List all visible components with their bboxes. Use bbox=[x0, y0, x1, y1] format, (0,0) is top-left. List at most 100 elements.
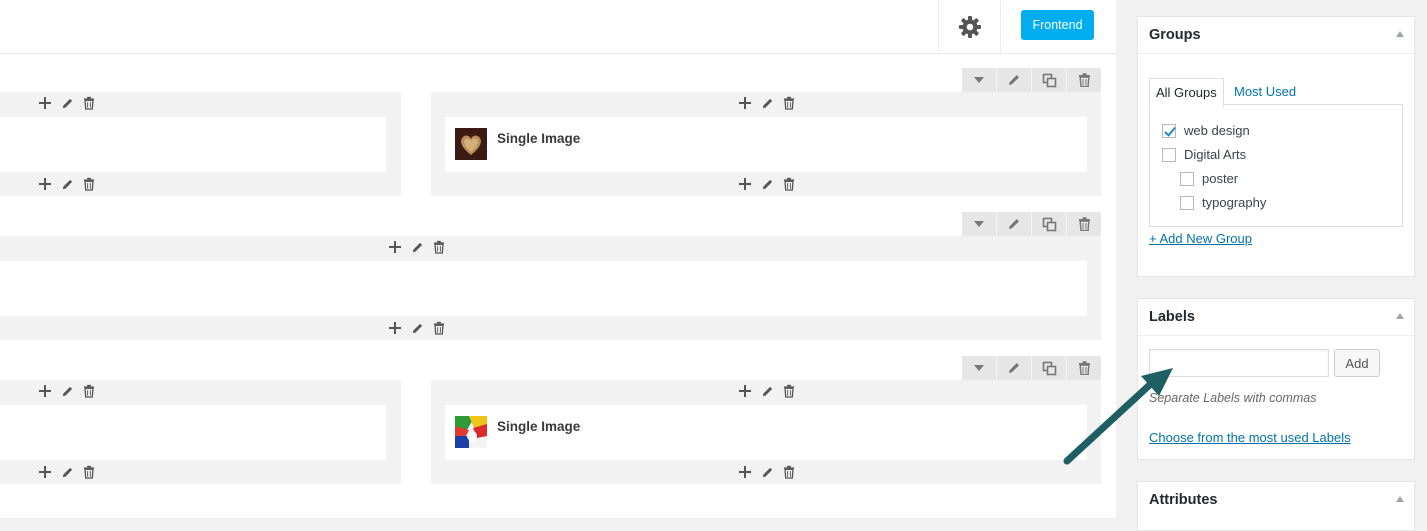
caret-down-icon bbox=[974, 77, 984, 83]
row-clone-button[interactable] bbox=[1031, 68, 1066, 92]
labels-title: Labels bbox=[1149, 309, 1195, 325]
checkbox[interactable] bbox=[1180, 195, 1194, 210]
add-element-button[interactable] bbox=[37, 176, 53, 192]
element-controls bbox=[387, 239, 447, 255]
checkbox[interactable] bbox=[1162, 147, 1176, 162]
groups-box-header[interactable]: Groups bbox=[1138, 17, 1414, 54]
copy-icon bbox=[1042, 217, 1056, 231]
trash-icon bbox=[783, 96, 795, 110]
element-controls bbox=[737, 176, 797, 192]
element-controls bbox=[737, 383, 797, 399]
empty-element-slot bbox=[0, 261, 1087, 316]
add-element-button[interactable] bbox=[37, 383, 53, 399]
group-item-web-design[interactable]: web design bbox=[1162, 123, 1250, 138]
caret-down-icon bbox=[974, 221, 984, 227]
group-item-label: poster bbox=[1202, 171, 1239, 186]
add-element-button[interactable] bbox=[387, 320, 403, 336]
delete-column-button[interactable] bbox=[81, 95, 97, 111]
edit-column-button[interactable] bbox=[409, 239, 425, 255]
trash-icon bbox=[83, 96, 95, 110]
tab-most-used[interactable]: Most Used bbox=[1228, 78, 1302, 106]
edit-column-button[interactable] bbox=[759, 464, 775, 480]
attributes-box-header[interactable]: Attributes bbox=[1138, 482, 1414, 518]
group-checklist: web design Digital Arts poster typograph… bbox=[1149, 104, 1403, 227]
tab-all-groups[interactable]: All Groups bbox=[1149, 78, 1224, 108]
plus-icon bbox=[39, 385, 51, 397]
add-element-button[interactable] bbox=[737, 176, 753, 192]
collapse-arrow-icon[interactable] bbox=[1396, 31, 1404, 37]
group-item-typography[interactable]: typography bbox=[1180, 195, 1266, 210]
add-new-group-link[interactable]: + Add New Group bbox=[1149, 231, 1252, 246]
add-element-button[interactable] bbox=[37, 95, 53, 111]
row-delete-button[interactable] bbox=[1066, 68, 1101, 92]
empty-element-slot bbox=[0, 405, 386, 460]
groups-title: Groups bbox=[1149, 27, 1201, 43]
edit-column-button[interactable] bbox=[59, 95, 75, 111]
trash-icon bbox=[783, 465, 795, 479]
attributes-box: Attributes bbox=[1137, 481, 1415, 531]
single-image-element[interactable]: Single Image bbox=[445, 405, 1087, 460]
edit-column-button[interactable] bbox=[759, 176, 775, 192]
collapse-arrow-icon[interactable] bbox=[1396, 496, 1404, 502]
row-controls bbox=[962, 68, 1101, 92]
plus-icon bbox=[739, 97, 751, 109]
add-element-button[interactable] bbox=[37, 464, 53, 480]
column-full bbox=[0, 236, 1101, 340]
edit-column-button[interactable] bbox=[759, 383, 775, 399]
delete-column-button[interactable] bbox=[781, 383, 797, 399]
add-element-button[interactable] bbox=[737, 95, 753, 111]
edit-column-button[interactable] bbox=[59, 383, 75, 399]
edit-column-button[interactable] bbox=[59, 464, 75, 480]
delete-column-button[interactable] bbox=[81, 176, 97, 192]
row-clone-button[interactable] bbox=[1031, 212, 1066, 236]
add-element-button[interactable] bbox=[737, 464, 753, 480]
pencil-icon bbox=[762, 386, 772, 396]
delete-column-button[interactable] bbox=[81, 383, 97, 399]
row-toggle-button[interactable] bbox=[962, 212, 996, 236]
frontend-button[interactable]: Frontend bbox=[1021, 10, 1094, 40]
row-edit-button[interactable] bbox=[996, 68, 1031, 92]
delete-column-button[interactable] bbox=[781, 176, 797, 192]
add-element-button[interactable] bbox=[387, 239, 403, 255]
add-label-button[interactable]: Add bbox=[1334, 349, 1380, 377]
row-toggle-button[interactable] bbox=[962, 356, 996, 380]
edit-column-button[interactable] bbox=[59, 176, 75, 192]
colorful-image-thumbnail bbox=[455, 416, 487, 448]
collapse-arrow-icon[interactable] bbox=[1396, 313, 1404, 319]
row-edit-button[interactable] bbox=[996, 212, 1031, 236]
labels-box-header[interactable]: Labels bbox=[1138, 299, 1414, 336]
edit-column-button[interactable] bbox=[409, 320, 425, 336]
caret-down-icon bbox=[974, 365, 984, 371]
delete-column-button[interactable] bbox=[781, 95, 797, 111]
trash-icon bbox=[783, 384, 795, 398]
column-left bbox=[0, 380, 401, 484]
plus-icon bbox=[39, 178, 51, 190]
edit-column-button[interactable] bbox=[759, 95, 775, 111]
group-item-poster[interactable]: poster bbox=[1180, 171, 1238, 186]
group-item-digital-arts[interactable]: Digital Arts bbox=[1162, 147, 1246, 162]
row-edit-button[interactable] bbox=[996, 356, 1031, 380]
row-delete-button[interactable] bbox=[1066, 212, 1101, 236]
single-image-element[interactable]: Single Image bbox=[445, 117, 1087, 172]
checkbox[interactable] bbox=[1180, 171, 1194, 186]
trash-icon bbox=[83, 384, 95, 398]
pencil-icon bbox=[412, 242, 422, 252]
element-controls bbox=[37, 176, 97, 192]
annotation-arrow-icon bbox=[1063, 368, 1173, 465]
plus-icon bbox=[39, 466, 51, 478]
delete-column-button[interactable] bbox=[431, 239, 447, 255]
trash-icon bbox=[83, 465, 95, 479]
builder-toolbar: Frontend bbox=[0, 0, 1116, 54]
trash-icon bbox=[1078, 73, 1090, 87]
element-controls bbox=[737, 95, 797, 111]
settings-button[interactable] bbox=[938, 0, 1001, 53]
delete-column-button[interactable] bbox=[781, 464, 797, 480]
pencil-icon bbox=[762, 179, 772, 189]
checkbox[interactable] bbox=[1162, 123, 1176, 138]
row-toggle-button[interactable] bbox=[962, 68, 996, 92]
delete-column-button[interactable] bbox=[81, 464, 97, 480]
delete-column-button[interactable] bbox=[431, 320, 447, 336]
pencil-icon bbox=[62, 98, 72, 108]
column-right: Single Image bbox=[431, 380, 1101, 484]
add-element-button[interactable] bbox=[737, 383, 753, 399]
